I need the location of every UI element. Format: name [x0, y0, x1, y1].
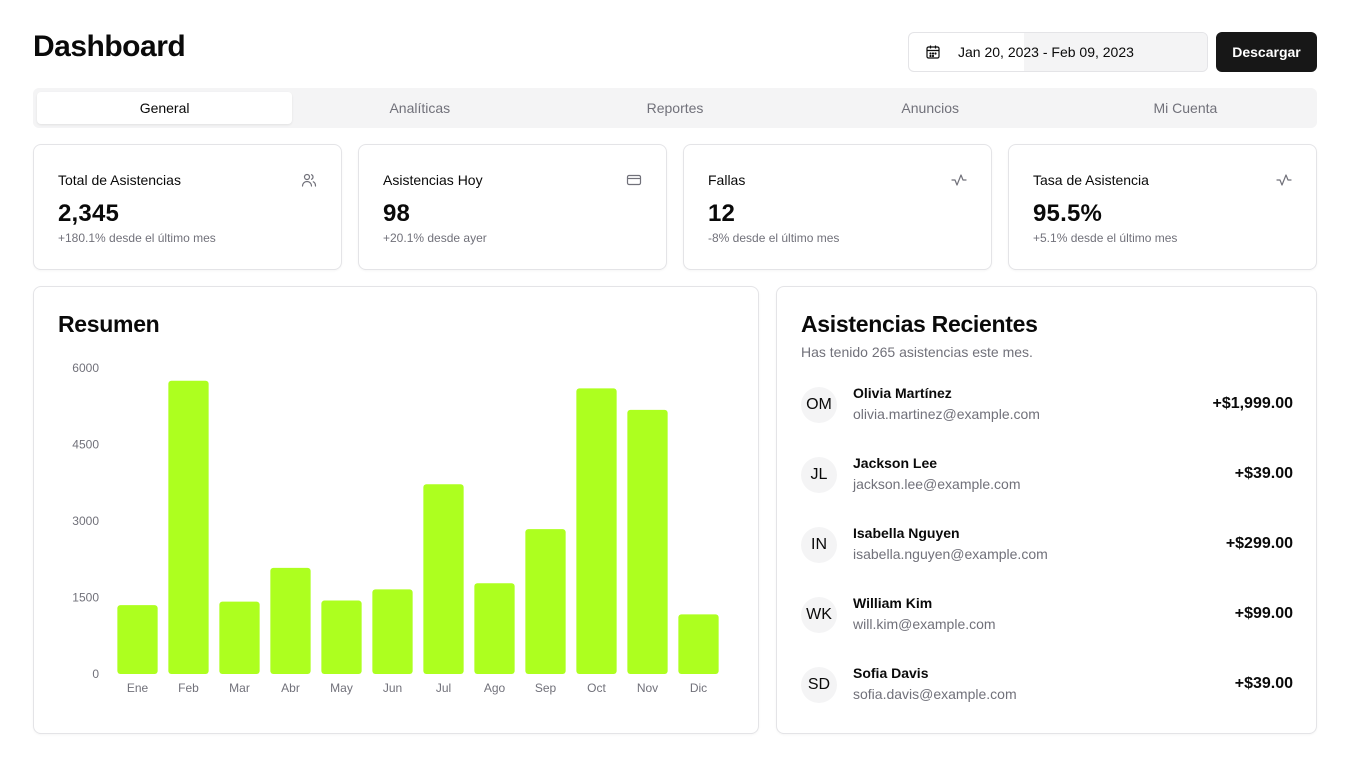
attendee-email: isabella.nguyen@example.com	[853, 546, 1048, 562]
recent-title: Asistencias Recientes	[801, 311, 1038, 337]
page-title: Dashboard	[33, 30, 186, 63]
avatar: SD	[801, 667, 837, 703]
overview-bar-chart: 0 1500 3000 4500 6000 Ene Feb Mar Abr May Jun Jul Ag…	[72, 361, 719, 695]
tab-analytics[interactable]: Analíticas	[292, 92, 547, 124]
chart-bar-jul[interactable]	[423, 484, 464, 674]
x-tick-label: Sep	[535, 681, 557, 695]
stat-delta: -8% desde el último mes	[708, 231, 840, 245]
tab-ads[interactable]: Anuncios	[803, 92, 1058, 124]
stat-card-total-attendance: Total de Asistencias 2,345 +180.1% desde…	[33, 144, 342, 270]
avatar: OM	[801, 387, 837, 423]
stat-value: 12	[708, 200, 736, 227]
attendee-email: will.kim@example.com	[853, 616, 996, 632]
stat-value: 98	[383, 200, 411, 227]
chart-bar-jun[interactable]	[372, 589, 413, 674]
stat-label: Fallas	[708, 172, 746, 188]
y-tick-label: 3000	[72, 514, 99, 528]
stat-label: Tasa de Asistencia	[1033, 172, 1149, 188]
tab-my-account[interactable]: Mi Cuenta	[1058, 92, 1313, 124]
x-tick-label: Jul	[436, 681, 451, 695]
list-item: WK William Kim will.kim@example.com +$99…	[801, 595, 1293, 637]
x-tick-label: May	[330, 681, 353, 695]
chart-bar-nov[interactable]	[627, 409, 668, 674]
x-tick-label: Feb	[178, 681, 199, 695]
y-tick-label: 1500	[72, 591, 99, 605]
attendee-amount: +$299.00	[1225, 535, 1293, 552]
chart-bar-ago[interactable]	[474, 583, 515, 674]
calendar-icon	[926, 45, 940, 59]
list-item: IN Isabella Nguyen isabella.nguyen@examp…	[801, 525, 1293, 567]
credit-card-icon	[626, 174, 642, 186]
chart-bar-dic[interactable]	[678, 614, 719, 674]
attendee-name: Sofia Davis	[853, 665, 929, 681]
attendee-name: Olivia Martínez	[853, 385, 952, 401]
avatar: IN	[801, 527, 837, 563]
stat-delta: +20.1% desde ayer	[383, 231, 487, 245]
x-tick-label: Mar	[229, 681, 250, 695]
stat-label: Total de Asistencias	[58, 172, 181, 188]
chart-bar-ene[interactable]	[117, 605, 158, 674]
tab-reports[interactable]: Reportes	[547, 92, 802, 124]
avatar: WK	[801, 597, 837, 633]
tab-list: General Analíticas Reportes Anuncios Mi …	[33, 88, 1317, 128]
attendee-amount: +$39.00	[1234, 465, 1293, 482]
stat-delta: +180.1% desde el último mes	[58, 231, 216, 245]
stat-value: 95.5%	[1033, 200, 1103, 227]
y-tick-label: 4500	[72, 438, 99, 452]
attendee-name: William Kim	[853, 595, 933, 611]
users-icon	[301, 173, 317, 187]
stat-card-attendance-rate: Tasa de Asistencia 95.5% +5.1% desde el …	[1008, 144, 1317, 270]
attendee-amount: +$39.00	[1234, 675, 1293, 692]
x-tick-label: Abr	[281, 681, 300, 695]
tab-general[interactable]: General	[37, 92, 293, 124]
stat-value: 2,345	[58, 200, 120, 227]
list-item: SD Sofia Davis sofia.davis@example.com +…	[801, 665, 1293, 707]
recent-subtitle: Has tenido 265 asistencias este mes.	[801, 344, 1033, 360]
date-range-text: Jan 20, 2023 - Feb 09, 2023	[958, 44, 1134, 60]
chart-bar-mar[interactable]	[219, 601, 260, 674]
activity-icon	[1276, 174, 1292, 186]
chart-bar-oct[interactable]	[576, 388, 617, 674]
chart-bar-sep[interactable]	[525, 529, 566, 674]
y-tick-label: 0	[92, 667, 99, 681]
stat-label: Asistencias Hoy	[383, 172, 483, 188]
y-tick-label: 6000	[72, 361, 99, 375]
attendee-email: olivia.martinez@example.com	[853, 406, 1040, 422]
recent-attendance-panel: Asistencias Recientes Has tenido 265 asi…	[776, 286, 1317, 734]
x-tick-label: Dic	[690, 681, 707, 695]
stat-card-attendance-today: Asistencias Hoy 98 +20.1% desde ayer	[358, 144, 667, 270]
date-range-picker[interactable]: Jan 20, 2023 - Feb 09, 2023	[908, 32, 1208, 72]
list-item: JL Jackson Lee jackson.lee@example.com +…	[801, 455, 1293, 497]
chart-bar-feb[interactable]	[168, 380, 209, 674]
attendee-email: jackson.lee@example.com	[853, 476, 1021, 492]
chart-bar-may[interactable]	[321, 600, 362, 674]
stat-card-failures: Fallas 12 -8% desde el último mes	[683, 144, 992, 270]
chart-bar-abr[interactable]	[270, 567, 311, 674]
activity-icon	[951, 174, 967, 186]
attendee-amount: +$99.00	[1234, 605, 1293, 622]
x-tick-label: Nov	[637, 681, 658, 695]
x-tick-label: Jun	[383, 681, 402, 695]
list-item: OM Olivia Martínez olivia.martinez@examp…	[801, 385, 1293, 427]
x-tick-label: Ago	[484, 681, 506, 695]
x-tick-label: Ene	[127, 681, 149, 695]
attendee-amount: +$1,999.00	[1212, 395, 1293, 412]
avatar: JL	[801, 457, 837, 493]
attendee-name: Jackson Lee	[853, 455, 938, 471]
attendee-email: sofia.davis@example.com	[853, 686, 1017, 702]
x-tick-label: Oct	[587, 681, 606, 695]
attendee-name: Isabella Nguyen	[853, 525, 960, 541]
download-button[interactable]: Descargar	[1216, 32, 1317, 72]
stat-delta: +5.1% desde el último mes	[1033, 231, 1178, 245]
overview-panel: Resumen 0 1500 3000 4500 6000 Ene Feb Mar Abr May…	[33, 286, 759, 734]
